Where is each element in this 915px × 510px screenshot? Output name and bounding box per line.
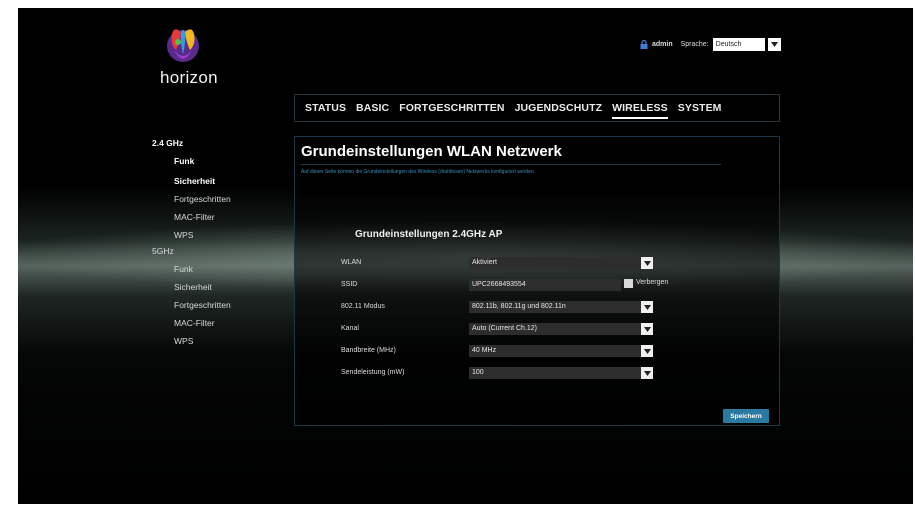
language-select[interactable]: Deutsch [712, 37, 781, 51]
sidebar-item-funk-5[interactable]: Funk [174, 264, 193, 274]
sidebar-item-funk-24[interactable]: Funk [174, 156, 194, 166]
wlan-dropdown-icon[interactable] [641, 257, 653, 269]
save-button[interactable]: Speichern [723, 409, 769, 423]
power-label: Sendeleistung (mW) [341, 369, 405, 376]
channel-label: Kanal [341, 325, 359, 332]
section-title: Grundeinstellungen 2.4GHz AP [355, 229, 503, 240]
bandwidth-dropdown-icon[interactable] [641, 345, 653, 357]
sidebar-item-mac-filter-24[interactable]: MAC-Filter [174, 212, 215, 222]
ssid-label: SSID [341, 281, 358, 288]
ssid-input[interactable]: UPC2668493554 [469, 279, 621, 291]
tab-status[interactable]: STATUS [305, 102, 346, 114]
channel-select[interactable]: Auto (Current Ch.12) [469, 323, 641, 335]
sidebar-item-sicherheit-5[interactable]: Sicherheit [174, 282, 212, 292]
page-title: Grundeinstellungen WLAN Netzwerk [301, 143, 562, 160]
sidebar-item-mac-filter-5[interactable]: MAC-Filter [174, 318, 215, 328]
lock-icon [640, 39, 648, 49]
title-divider [301, 164, 721, 165]
sidebar-group-24ghz[interactable]: 2.4 GHz [152, 138, 183, 148]
mode-label: 802.11 Modus [341, 303, 385, 310]
user-name: admin [652, 40, 673, 48]
channel-dropdown-icon[interactable] [641, 323, 653, 335]
wlan-label: WLAN [341, 259, 362, 266]
sidebar-item-wps-5[interactable]: WPS [174, 336, 193, 346]
sidebar-item-fortgeschritten-5[interactable]: Fortgeschritten [174, 300, 231, 310]
router-admin-screen: horizon admin Sprache: Deutsch STATUS BA… [18, 8, 913, 504]
language-value: Deutsch [715, 40, 742, 48]
wlan-select[interactable]: Aktiviert [469, 257, 641, 269]
sidebar-item-wps-24[interactable]: WPS [174, 230, 193, 240]
sidebar-item-sicherheit-24[interactable]: Sicherheit [174, 176, 215, 186]
tab-basic[interactable]: BASIC [356, 102, 389, 114]
bandwidth-label: Bandbreite (MHz) [341, 347, 396, 354]
language-label: Sprache: [680, 40, 709, 48]
tab-system[interactable]: SYSTEM [678, 102, 722, 114]
hide-ssid-checkbox[interactable] [624, 279, 633, 288]
brand-name: horizon [160, 68, 218, 87]
main-nav: STATUS BASIC FORTGESCHRITTEN JUGENDSCHUT… [294, 94, 780, 122]
power-select[interactable]: 100 [469, 367, 641, 379]
chevron-down-icon[interactable] [767, 37, 781, 51]
tab-fortgeschritten[interactable]: FORTGESCHRITTEN [399, 102, 504, 114]
wlan-settings-panel: Grundeinstellungen WLAN Netzwerk Auf die… [294, 136, 780, 426]
bandwidth-select[interactable]: 40 MHz [469, 345, 641, 357]
page-description: Auf dieser Seite können die Grundeinstel… [301, 169, 536, 175]
horizon-logo: horizon [160, 24, 240, 94]
tab-wireless[interactable]: WIRELESS [612, 102, 668, 119]
sidebar-item-fortgeschritten-24[interactable]: Fortgeschritten [174, 194, 231, 204]
mode-select[interactable]: 802.11b, 802.11g und 802.11n [469, 301, 641, 313]
hide-ssid-label: Verbergen [636, 279, 669, 286]
horizon-logo-icon [167, 29, 199, 62]
mode-dropdown-icon[interactable] [641, 301, 653, 313]
tab-jugendschutz[interactable]: JUGENDSCHUTZ [515, 102, 603, 114]
power-dropdown-icon[interactable] [641, 367, 653, 379]
sidebar-group-5ghz[interactable]: 5GHz [152, 246, 174, 256]
top-bar: admin Sprache: Deutsch [640, 36, 781, 52]
